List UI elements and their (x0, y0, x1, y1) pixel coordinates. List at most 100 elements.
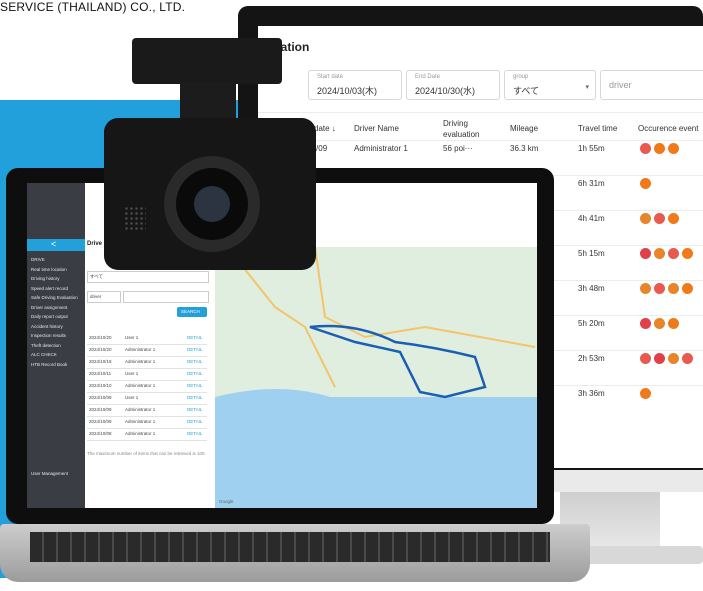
list-item[interactable]: 2024/10/09 Administrator 1 DETAIL (87, 417, 207, 429)
chevron-down-icon: ▾ (585, 84, 589, 91)
sidebar-item[interactable]: HTB Record Book (31, 362, 67, 367)
group-select[interactable]: group すべて ▾ (504, 70, 596, 100)
list-item[interactable]: 2024/10/11 User 1 DETAIL (87, 369, 207, 381)
detail-link[interactable]: DETAIL (187, 359, 202, 364)
search-input[interactable] (123, 291, 209, 303)
event-icon[interactable] (682, 283, 693, 294)
col-date[interactable]: date ↓ (314, 124, 336, 133)
list-item[interactable]: 2024/10/09 Administrator 1 DETAIL (87, 405, 207, 417)
event-icon[interactable] (654, 248, 665, 259)
detail-link[interactable]: DETAIL (187, 371, 202, 376)
speaker-grille (124, 206, 146, 232)
driver-input[interactable]: driver (600, 70, 703, 100)
keyboard (30, 532, 550, 562)
event-icon[interactable] (654, 318, 665, 329)
list-cell-date: 2024/10/11 (89, 371, 112, 376)
list-cell-name: User 1 (125, 335, 139, 340)
event-icon[interactable] (640, 353, 651, 364)
cell-mileage: 36.3 km (510, 144, 539, 153)
detail-link[interactable]: DETAIL (187, 395, 202, 400)
sidebar: < DRIVE Real time location Driving history… (27, 183, 85, 508)
event-icon[interactable] (654, 353, 665, 364)
event-icon[interactable] (682, 353, 693, 364)
list-cell-date: 2024/10/20 (89, 347, 112, 352)
end-date-label: End Date (415, 74, 441, 80)
event-icon[interactable] (654, 213, 665, 224)
detail-link[interactable]: DETAIL (187, 383, 202, 388)
sidebar-item[interactable]: Daily report output (31, 314, 68, 319)
list-cell-date: 2024/10/08 (89, 431, 112, 436)
event-icon[interactable] (640, 143, 651, 154)
event-icon[interactable] (668, 318, 679, 329)
map[interactable]: Google (215, 247, 537, 508)
event-icon[interactable] (654, 283, 665, 294)
company-name: SERVICE (THAILAND) CO., LTD. (0, 0, 186, 14)
sidebar-item[interactable]: ALC CHECK (31, 352, 57, 357)
sidebar-item[interactable]: Theft detection (31, 343, 61, 348)
event-icon[interactable] (640, 213, 651, 224)
list-cell-name: Administrator 1 (125, 347, 156, 352)
list-cell-date: 2024/10/09 (89, 407, 112, 412)
sidebar-item[interactable]: User Management (31, 471, 68, 476)
detail-link[interactable]: DETAIL (187, 431, 202, 436)
list-item[interactable]: 2024/10/20 Administrator 1 DETAIL (87, 345, 207, 357)
list-cell-date: 2024/10/20 (89, 335, 112, 340)
col-travel-time: Travel time (578, 124, 618, 133)
event-icon[interactable] (640, 178, 651, 189)
dashcam-neck (180, 82, 236, 122)
sidebar-item[interactable]: Inspection results (31, 333, 66, 338)
cell-time: 5h 15m (578, 249, 605, 258)
event-icon[interactable] (668, 353, 679, 364)
group-value: すべて (513, 86, 540, 96)
sidebar-item[interactable]: Real time location (31, 267, 67, 272)
list-item[interactable]: 2024/10/18 Administrator 1 DETAIL (87, 357, 207, 369)
event-icon[interactable] (668, 283, 679, 294)
event-icon[interactable] (668, 248, 679, 259)
end-date-field[interactable]: End Date 2024/10/30(水) (406, 70, 500, 100)
sidebar-item[interactable]: Driver assignment (31, 305, 67, 310)
sidebar-item[interactable]: Speed alert record (31, 286, 68, 291)
driver-value: driver (90, 294, 102, 299)
list-cell-name: Administrator 1 (125, 359, 156, 364)
list-item[interactable]: 2024/10/10 Administrator 1 DETAIL (87, 381, 207, 393)
list-item[interactable]: 2024/10/20 User 1 DETAIL (87, 333, 207, 345)
list-item[interactable]: 2024/10/09 User 1 DETAIL (87, 393, 207, 405)
sidebar-item[interactable]: Accident history (31, 324, 63, 329)
list-cell-date: 2024/10/18 (89, 359, 112, 364)
search-button[interactable]: SEARCH (177, 307, 207, 317)
start-date-field[interactable]: Start date 2024/10/03(木) (308, 70, 402, 100)
detail-link[interactable]: DETAIL (187, 347, 202, 352)
cell-time: 2h 53m (578, 354, 605, 363)
group-value: すべて (90, 274, 104, 279)
list-item[interactable]: 2024/10/08 Administrator 1 DETAIL (87, 429, 207, 441)
cell-time: 1h 55m (578, 144, 605, 153)
footnote: The maximum number of items that can be … (87, 451, 206, 456)
start-date-label: Start date (317, 74, 344, 80)
panel-title: Drive (87, 241, 103, 247)
cell-eval: 56 poi··· (443, 144, 473, 153)
event-icon[interactable] (654, 143, 665, 154)
detail-link[interactable]: DETAIL (187, 407, 202, 412)
row-divider (258, 140, 703, 141)
sidebar-item[interactable]: Driving history (31, 276, 60, 281)
driver-placeholder: driver (609, 80, 632, 90)
group-select[interactable]: すべて (87, 271, 209, 283)
list-cell-name: User 1 (125, 371, 139, 376)
detail-link[interactable]: DETAIL (187, 335, 202, 340)
back-button[interactable]: < (27, 239, 85, 251)
detail-link[interactable]: DETAIL (187, 419, 202, 424)
event-icon[interactable] (640, 248, 651, 259)
list-cell-date: 2024/10/09 (89, 395, 112, 400)
sidebar-item[interactable]: Safe Driving Evaluation (31, 295, 78, 300)
group-label: group (513, 74, 529, 80)
event-icon[interactable] (640, 283, 651, 294)
col-evaluation: Driving evaluation (443, 119, 480, 139)
event-icon[interactable] (668, 213, 679, 224)
event-icon[interactable] (668, 143, 679, 154)
event-icon[interactable] (640, 388, 651, 399)
driver-select[interactable]: driver (87, 291, 121, 303)
list-cell-name: Administrator 1 (125, 431, 156, 436)
event-icon[interactable] (640, 318, 651, 329)
sidebar-item[interactable]: DRIVE (31, 257, 45, 262)
event-icon[interactable] (682, 248, 693, 259)
